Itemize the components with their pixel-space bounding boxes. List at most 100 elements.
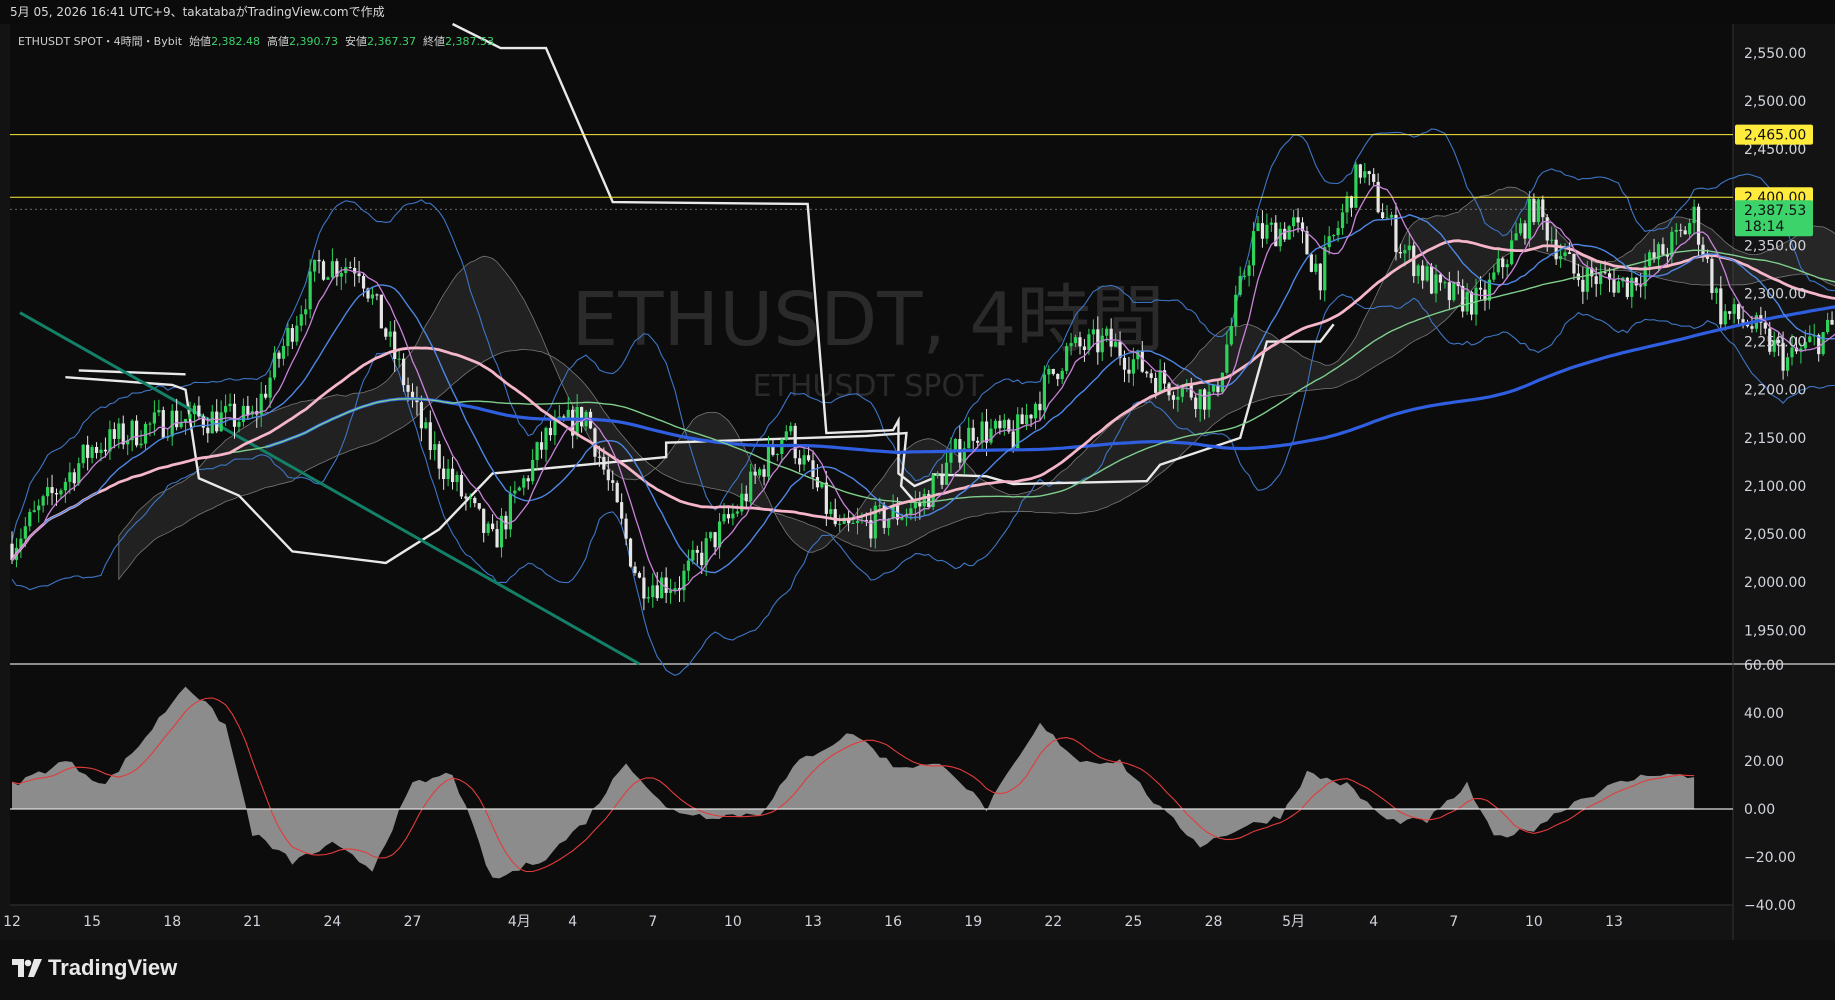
candle-body [433, 444, 437, 451]
time-tick-label: 18 [163, 914, 181, 930]
candle-body [1220, 372, 1224, 393]
candle-body [77, 463, 81, 484]
candle-body [522, 478, 526, 488]
price-tick-label: 2,000.00 [1744, 575, 1806, 591]
candle-body [1639, 285, 1643, 287]
candle-body [709, 532, 713, 539]
candle-body [624, 518, 628, 539]
candle-body [726, 514, 731, 519]
price-tick-label: 2,150.00 [1744, 431, 1806, 447]
candle-body [1078, 337, 1082, 347]
candle-body [397, 358, 401, 360]
candle-body [455, 475, 459, 483]
candle-body [286, 328, 290, 347]
candle-body [1029, 414, 1033, 419]
candle-body [1060, 370, 1064, 380]
candle-body [1051, 368, 1055, 374]
candle-body [1100, 335, 1104, 353]
candle-body [1728, 311, 1732, 314]
candle-body [1131, 359, 1135, 374]
time-tick-label: 10 [724, 914, 742, 930]
candle-body [1349, 196, 1354, 208]
candle-body [660, 577, 664, 599]
candle-body [967, 427, 971, 449]
time-axis-pane[interactable] [10, 905, 1733, 940]
candle-body [646, 597, 650, 599]
candle-body [731, 513, 735, 519]
candle-body [1447, 282, 1451, 301]
osc-tick-label: −20.00 [1744, 850, 1796, 866]
chart-window: 5月 05, 2026 16:41 UTC+9、takatabaがTrading… [0, 0, 1835, 1000]
candle-body [655, 585, 659, 599]
candle-body [784, 431, 788, 440]
candle-body [722, 514, 726, 522]
candle-body [1158, 370, 1162, 393]
candle-body [1091, 329, 1095, 335]
candle-body [686, 560, 690, 571]
candle-body [1514, 233, 1518, 241]
candle-body [339, 273, 343, 277]
candle-body [508, 493, 512, 530]
candle-body [63, 481, 67, 491]
candle-body [1225, 344, 1229, 373]
candle-body [691, 549, 695, 561]
legend-high-label: 高値 [267, 35, 290, 48]
candle-body [1808, 336, 1812, 342]
candle-body [264, 393, 268, 398]
time-tick-label: 13 [804, 914, 822, 930]
price-tick-label: 2,250.00 [1744, 335, 1806, 351]
candle-body [1354, 164, 1358, 208]
candle-body [68, 472, 72, 482]
candle-body [32, 510, 36, 512]
candle-body [651, 585, 655, 598]
candle-body [1234, 294, 1238, 327]
candle-body [41, 496, 45, 506]
candle-body [695, 549, 699, 553]
candle-body [1559, 255, 1563, 260]
candle-body [1238, 275, 1242, 295]
candle-body [553, 420, 557, 436]
candle-body [1283, 228, 1287, 240]
price-tick-label: 2,500.00 [1744, 94, 1806, 110]
candle-body [1145, 371, 1149, 374]
candle-body [815, 477, 820, 488]
candle-body [1087, 334, 1091, 350]
candle-body [1688, 223, 1692, 235]
candle-body [806, 455, 811, 461]
candle-body [944, 462, 949, 485]
candle-body [1065, 346, 1069, 371]
candle-body [1434, 274, 1438, 294]
candle-body [495, 529, 499, 548]
time-tick-label: 22 [1044, 914, 1062, 930]
candle-body [637, 572, 642, 578]
candle-body [90, 446, 94, 458]
price-tick-label: 2,200.00 [1744, 383, 1806, 399]
candle-body [1109, 328, 1113, 347]
time-tick-label: 24 [323, 914, 341, 930]
candle-body [1567, 252, 1572, 254]
candle-body [59, 490, 63, 495]
candle-body [1265, 224, 1269, 239]
candle-body [232, 403, 237, 427]
candle-body [121, 423, 125, 445]
candle-body [811, 460, 815, 478]
osc-tick-label: 20.00 [1744, 754, 1784, 770]
candle-body [246, 405, 250, 415]
candle-body [1585, 267, 1589, 292]
candle-body [704, 538, 708, 566]
candle-body [989, 428, 993, 443]
price-chart[interactable]: ETHUSDT, 4時間 ETHUSDT SPOT 2,550.002,500.… [0, 0, 1835, 940]
candle-body [615, 482, 619, 503]
candle-body [1251, 231, 1256, 266]
price-tick-label: 2,300.00 [1744, 286, 1806, 302]
candle-body [143, 423, 148, 444]
candle-body [1403, 250, 1407, 254]
candle-body [1389, 214, 1394, 218]
candle-body [1096, 329, 1100, 353]
candle-body [148, 423, 152, 425]
time-tick-label: 28 [1205, 914, 1223, 930]
candle-body [330, 261, 334, 278]
candle-body [197, 405, 201, 417]
candle-body [940, 474, 944, 485]
tradingview-logo[interactable]: TradingView [12, 955, 177, 981]
